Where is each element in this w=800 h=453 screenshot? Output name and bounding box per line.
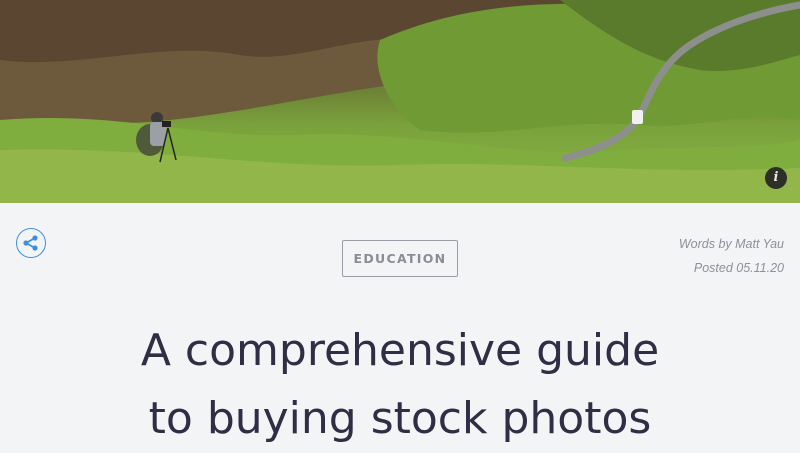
- image-info-button[interactable]: i: [765, 167, 787, 189]
- page-title: A comprehensive guide to buying stock ph…: [0, 317, 800, 453]
- share-button[interactable]: [16, 228, 46, 258]
- author-line: Words by Matt Yau: [678, 237, 784, 251]
- hero-image: i: [0, 0, 800, 203]
- landscape-illustration: [0, 0, 800, 203]
- title-line-1: A comprehensive guide: [140, 325, 660, 377]
- share-icon: [23, 235, 38, 251]
- posted-date: Posted 05.11.20: [693, 261, 784, 275]
- category-tag[interactable]: EDUCATION: [342, 240, 458, 277]
- title-line-2: to buying stock photos: [148, 393, 652, 445]
- byline: Words by Matt Yau Posted 05.11.20: [679, 232, 784, 280]
